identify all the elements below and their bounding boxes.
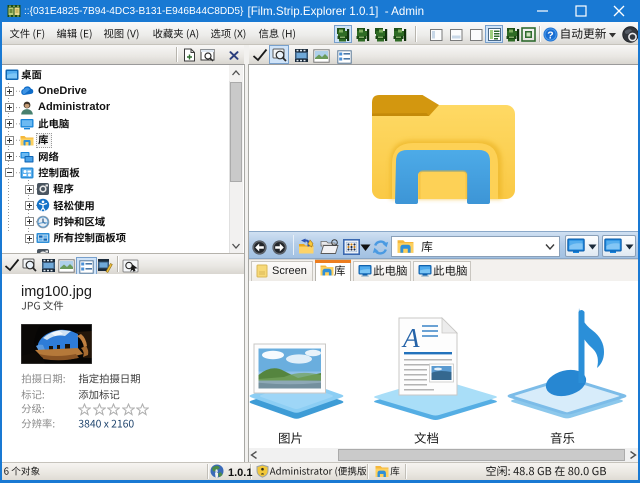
svg-text:?: ? <box>547 29 553 41</box>
svg-text:A: A <box>401 323 420 353</box>
